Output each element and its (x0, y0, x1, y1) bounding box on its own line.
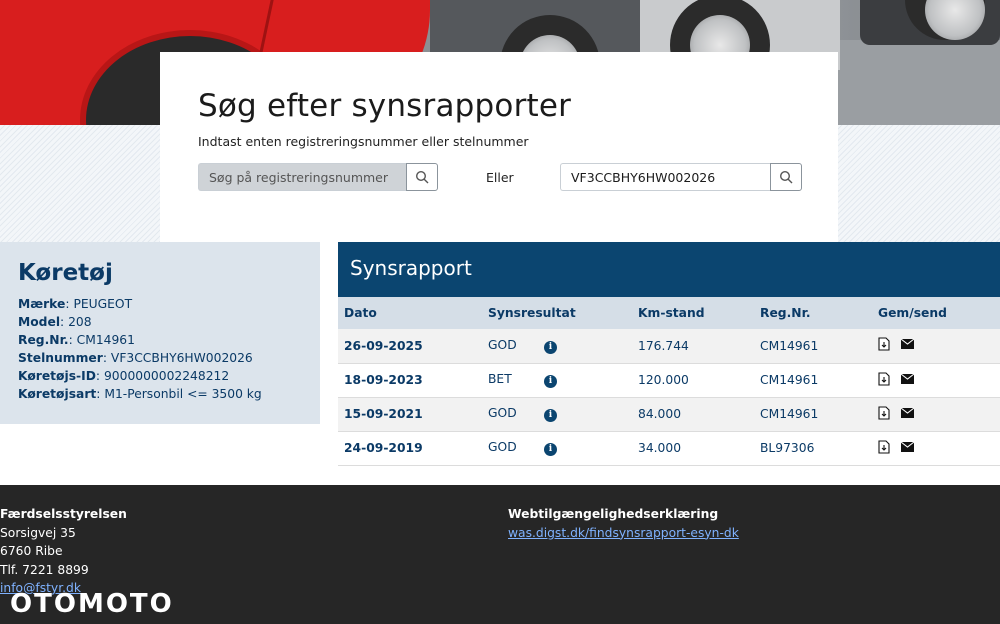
vehicle-label: Mærke (18, 297, 66, 311)
result-value: GOD (488, 337, 517, 352)
vehicle-row-type: Køretøjsart: M1-Personbil <= 3500 kg (18, 387, 262, 401)
vehicle-heading: Køretøj (18, 260, 113, 286)
reg-search-group: Søg på registreringsnummer (198, 163, 438, 191)
mail-icon[interactable] (900, 338, 915, 350)
vehicle-label: Model (18, 315, 61, 329)
download-icon[interactable] (878, 405, 890, 420)
row-date: 26-09-2025 (344, 338, 423, 353)
row-actions (872, 329, 1000, 363)
download-icon[interactable] (878, 337, 890, 351)
row-reg: BL97306 (760, 441, 815, 455)
row-actions (872, 397, 1000, 431)
vehicle-panel: Køretøj Mærke: PEUGEOT Model: 208 Reg.Nr… (0, 242, 320, 424)
vehicle-value: PEUGEOT (73, 297, 133, 311)
vehicle-label: Stelnummer (18, 351, 103, 365)
footer-org: Færdselsstyrelsen (0, 507, 127, 521)
accessibility-link[interactable]: was.digst.dk/findsynsrapport-esyn-dk (508, 524, 739, 543)
row-reg: CM14961 (760, 338, 819, 353)
row-reg: CM14961 (760, 373, 819, 387)
info-icon[interactable]: i (544, 443, 557, 456)
footer: Færdselsstyrelsen Sorsigvej 35 6760 Ribe… (0, 485, 1000, 624)
search-card: Søg efter synsrapporter Indtast enten re… (160, 52, 838, 242)
info-icon[interactable]: i (544, 375, 557, 388)
vehicle-row-reg: Reg.Nr.: CM14961 (18, 333, 135, 347)
row-km: 34.000 (638, 441, 682, 455)
footer-address-city: 6760 Ribe (0, 544, 63, 558)
footer-contact: Færdselsstyrelsen Sorsigvej 35 6760 Ribe… (0, 505, 127, 598)
row-reg: CM14961 (760, 407, 819, 421)
row-km: 84.000 (638, 407, 682, 421)
row-date: 15-09-2021 (344, 407, 423, 421)
result-value: GOD (488, 406, 517, 420)
info-icon[interactable]: i (544, 409, 557, 422)
report-table: Dato Synsresultat Km-stand Reg.Nr. Gem/s… (338, 297, 1000, 466)
report-panel: Synsrapport Dato Synsresultat Km-stand R… (338, 242, 1000, 466)
mail-icon[interactable] (900, 373, 915, 385)
col-km: Km-stand (638, 306, 705, 320)
search-subtitle: Indtast enten registreringsnummer eller … (198, 134, 529, 149)
table-row: 15-09-2021 GOD i 84.000 CM14961 (338, 397, 1000, 431)
row-result: BET i (482, 363, 632, 397)
reg-number-input[interactable]: Søg på registreringsnummer (198, 163, 407, 191)
row-km: 176.744 (638, 338, 689, 353)
mail-icon[interactable] (900, 441, 915, 453)
accessibility-heading: Webtilgængelighedserklæring (508, 507, 719, 521)
mail-icon[interactable] (900, 407, 915, 419)
vin-search-button[interactable] (770, 163, 802, 191)
vehicle-value: CM14961 (76, 333, 135, 347)
vehicle-value: VF3CCBHY6HW002026 (110, 351, 253, 365)
row-actions (872, 431, 1000, 465)
col-date: Dato (344, 306, 377, 320)
row-date: 18-09-2023 (344, 373, 423, 387)
info-icon[interactable]: i (544, 340, 557, 354)
table-header-row: Dato Synsresultat Km-stand Reg.Nr. Gem/s… (338, 297, 1000, 329)
result-value: BET (488, 372, 512, 386)
search-icon (416, 170, 429, 184)
footer-address-street: Sorsigvej 35 (0, 525, 76, 540)
table-row: 18-09-2023 BET i 120.000 CM14961 (338, 363, 1000, 397)
table-row: 26-09-2025 GOD i 176.744 CM14961 (338, 329, 1000, 363)
page-title: Søg efter synsrapporter (198, 88, 572, 124)
row-km: 120.000 (638, 373, 689, 387)
vehicle-row-id: Køretøjs-ID: 9000000002248212 (18, 369, 230, 383)
vin-input[interactable]: VF3CCBHY6HW002026 (560, 163, 770, 191)
download-icon[interactable] (878, 439, 890, 454)
vehicle-value: 9000000002248212 (103, 369, 230, 383)
vehicle-label: Køretøjs-ID (18, 369, 96, 383)
vehicle-row-vin: Stelnummer: VF3CCBHY6HW002026 (18, 351, 253, 365)
footer-accessibility: Webtilgængelighedserklæring was.digst.dk… (508, 505, 739, 542)
road-background (838, 40, 1000, 125)
vehicle-value: M1-Personbil <= 3500 kg (104, 387, 262, 401)
row-actions (872, 363, 1000, 397)
vin-search-group: VF3CCBHY6HW002026 (560, 163, 802, 191)
vehicle-row-make: Mærke: PEUGEOT (18, 297, 133, 311)
or-label: Eller (486, 170, 514, 185)
result-value: GOD (488, 440, 517, 454)
otomoto-watermark: OTOMOTO (10, 589, 174, 619)
report-heading: Synsrapport (338, 242, 1000, 297)
download-icon[interactable] (878, 371, 890, 386)
vehicle-value: 208 (68, 315, 92, 329)
footer-phone: Tlf. 7221 8899 (0, 562, 89, 577)
row-date: 24-09-2019 (344, 441, 423, 455)
row-result: GOD i (482, 397, 632, 431)
vehicle-row-model: Model: 208 (18, 315, 92, 329)
col-reg: Reg.Nr. (760, 306, 811, 320)
vehicle-label: Køretøjsart (18, 387, 97, 401)
row-result: GOD i (482, 431, 632, 465)
search-icon (779, 170, 793, 184)
col-save-send: Gem/send (878, 306, 947, 320)
reg-search-button[interactable] (406, 163, 438, 191)
vehicle-label: Reg.Nr. (18, 333, 69, 347)
table-row: 24-09-2019 GOD i 34.000 BL97306 (338, 431, 1000, 465)
row-result: GOD i (482, 329, 632, 363)
col-result: Synsresultat (488, 306, 576, 320)
